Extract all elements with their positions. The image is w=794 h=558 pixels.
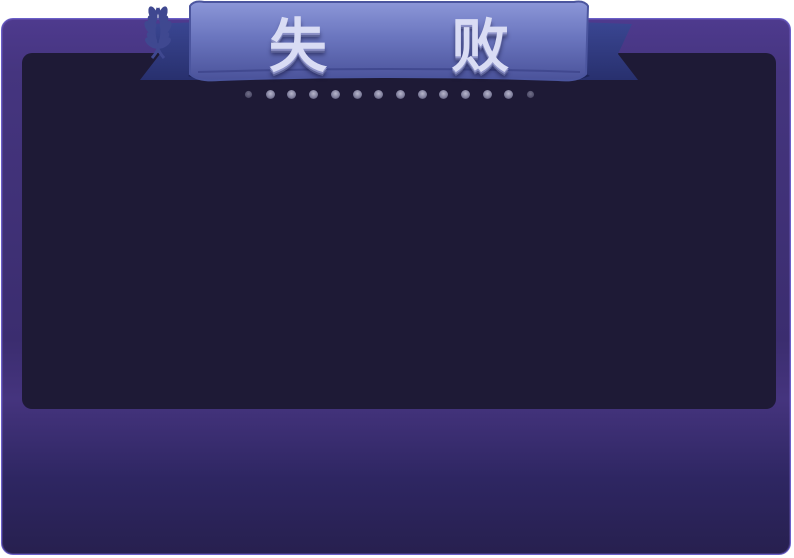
separator-dot (287, 90, 297, 99)
separator-dot (352, 90, 362, 99)
dot-separator (244, 88, 544, 102)
separator-dot (417, 90, 427, 99)
separator-dot (265, 90, 275, 99)
separator-dot (330, 90, 340, 99)
separator-dot (461, 90, 470, 99)
title-banner: 失 败 (138, 0, 640, 92)
defeat-dialog: 失 败 (0, 0, 794, 558)
separator-dot (526, 90, 535, 99)
separator-dot (244, 90, 253, 99)
result-content-area (22, 53, 776, 409)
separator-dot (395, 90, 405, 99)
separator-dot (374, 90, 384, 99)
separator-dot (482, 90, 492, 99)
separator-dot (439, 90, 449, 99)
result-title: 失 败 (268, 12, 562, 80)
separator-dot (309, 90, 319, 99)
separator-dot (504, 90, 514, 99)
